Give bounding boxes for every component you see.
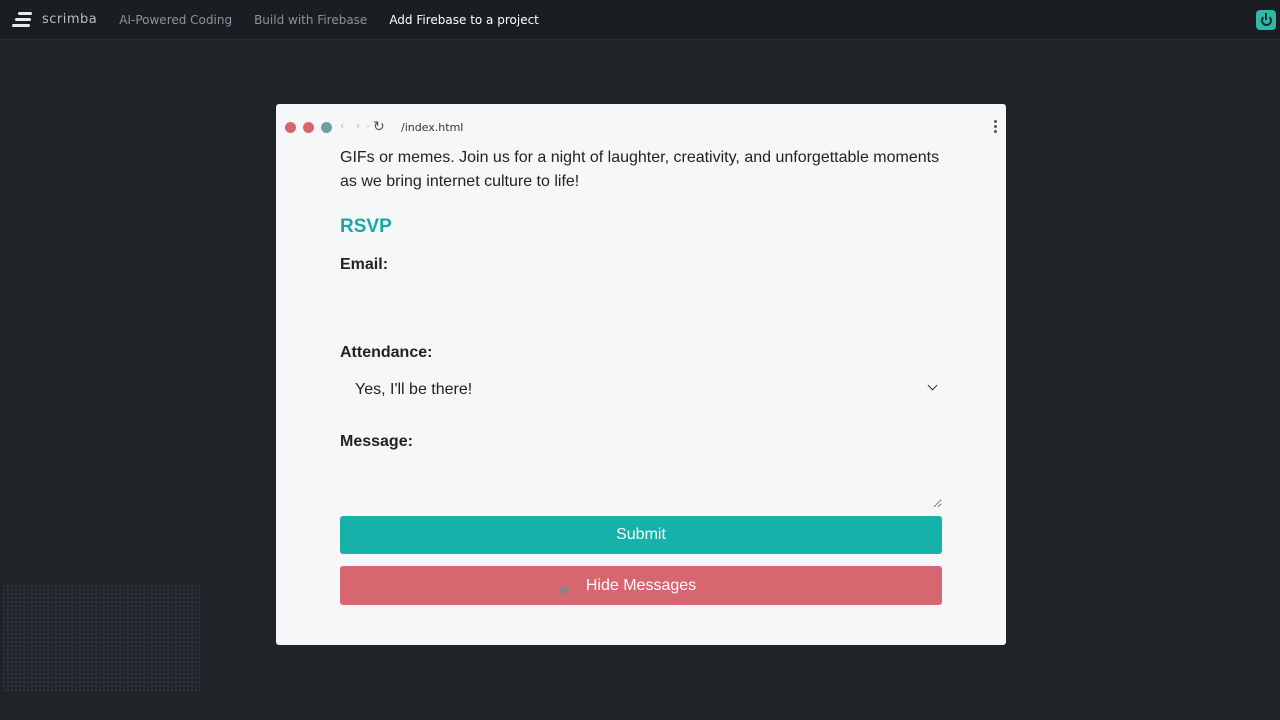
top-navigation-bar: scrimba AI-Powered Coding Build with Fir…: [0, 0, 1280, 40]
kebab-menu-icon[interactable]: [994, 120, 998, 133]
back-arrow-icon[interactable]: ‹: [340, 119, 344, 132]
power-icon: [1260, 12, 1272, 26]
hide-messages-button[interactable]: Hide Messages: [340, 566, 942, 605]
window-close-dot: [285, 122, 296, 133]
logo-text: scrimba: [42, 12, 98, 27]
attendance-selected-value: Yes, I'll be there!: [355, 381, 473, 398]
reload-icon[interactable]: ↻: [373, 119, 385, 135]
power-button[interactable]: [1256, 10, 1276, 30]
browser-toolbar: ‹ › - · ↻ /index.html: [276, 104, 1006, 152]
breadcrumb-ai-powered-coding[interactable]: AI-Powered Coding: [119, 13, 232, 27]
chevron-down-icon: [927, 380, 938, 391]
message-label: Message:: [340, 433, 413, 450]
email-field[interactable]: [340, 280, 942, 324]
submit-button[interactable]: Submit: [340, 516, 942, 554]
breadcrumb-current-lesson: Add Firebase to a project: [389, 12, 539, 27]
video-noise-overlay: [2, 584, 200, 692]
message-field[interactable]: [340, 458, 942, 508]
window-maximize-dot: [321, 122, 332, 133]
scrimba-logo-icon: [12, 11, 34, 28]
window-minimize-dot: [303, 122, 314, 133]
browser-preview-window: ‹ › - · ↻ /index.html GIFs or memes. Joi…: [276, 104, 1006, 645]
attendance-label: Attendance:: [340, 344, 433, 361]
scrimba-logo[interactable]: scrimba: [12, 0, 97, 40]
email-label: Email:: [340, 256, 389, 273]
page-content: GIFs or memes. Join us for a night of la…: [340, 146, 942, 605]
url-bar[interactable]: /index.html: [401, 121, 463, 134]
intro-text: GIFs or memes. Join us for a night of la…: [340, 149, 940, 190]
attendance-select[interactable]: Yes, I'll be there!: [340, 370, 942, 410]
breadcrumb-build-with-firebase[interactable]: Build with Firebase: [254, 13, 367, 27]
rsvp-heading: RSVP: [340, 216, 392, 237]
